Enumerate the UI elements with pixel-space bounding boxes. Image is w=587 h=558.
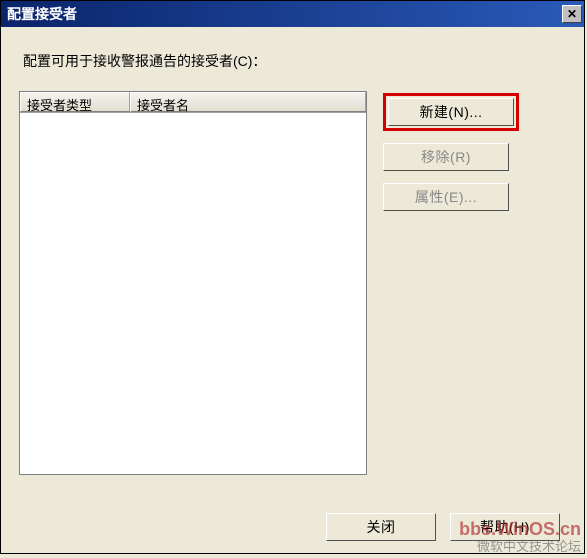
client-area: 配置可用于接收警报通告的接受者(C)： 接受者类型 接受者名 新建(N)... … bbox=[1, 27, 584, 553]
close-icon[interactable]: ✕ bbox=[562, 5, 582, 23]
window-title: 配置接受者 bbox=[7, 4, 77, 24]
instruction-text: 配置可用于接收警报通告的接受者(C)： bbox=[23, 51, 566, 71]
col-recipient-type[interactable]: 接受者类型 bbox=[20, 92, 130, 112]
main-row: 接受者类型 接受者名 新建(N)... 移除(R) 属性(E)... bbox=[19, 91, 566, 475]
side-buttons: 新建(N)... 移除(R) 属性(E)... bbox=[383, 93, 519, 211]
bottom-buttons: 关闭 帮助(H) bbox=[326, 513, 560, 541]
recipients-listview[interactable]: 接受者类型 接受者名 bbox=[19, 91, 367, 475]
col-recipient-name[interactable]: 接受者名 bbox=[130, 92, 366, 112]
title-bar[interactable]: 配置接受者 ✕ bbox=[1, 1, 584, 27]
highlight-new: 新建(N)... bbox=[383, 93, 519, 131]
listview-header: 接受者类型 接受者名 bbox=[20, 92, 366, 113]
remove-button: 移除(R) bbox=[383, 143, 509, 171]
listview-body[interactable] bbox=[20, 113, 366, 475]
properties-button: 属性(E)... bbox=[383, 183, 509, 211]
help-button[interactable]: 帮助(H) bbox=[450, 513, 560, 541]
close-button[interactable]: 关闭 bbox=[326, 513, 436, 541]
new-button[interactable]: 新建(N)... bbox=[388, 98, 514, 126]
dialog-window: 配置接受者 ✕ 配置可用于接收警报通告的接受者(C)： 接受者类型 接受者名 新… bbox=[0, 0, 585, 554]
